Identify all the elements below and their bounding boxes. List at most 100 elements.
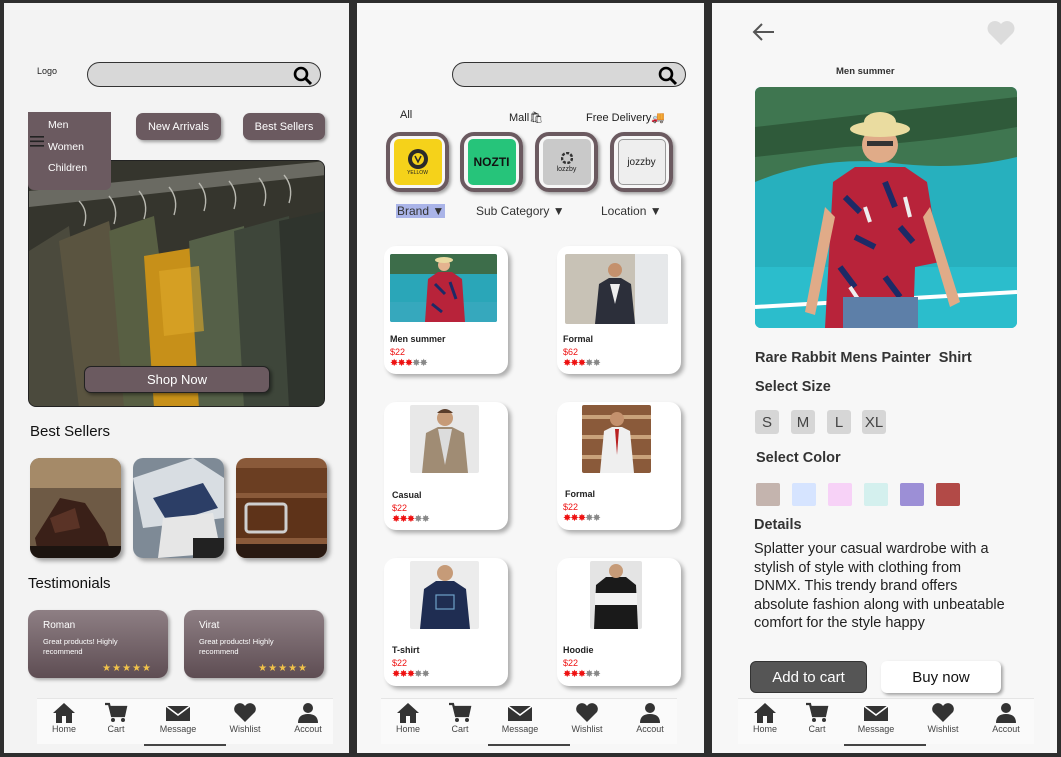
testimonial-name: Virat [199,620,220,631]
nav-account[interactable]: Accout [625,702,675,734]
color-swatch[interactable] [936,483,960,506]
shop-now-button[interactable]: Shop Now [84,366,270,393]
testimonial-stars: ★★★★★ [258,663,308,674]
nav-wishlist[interactable]: Wishlist [918,702,968,734]
color-swatch[interactable] [792,483,816,506]
product-rating: ✸✸✸✸✸ [392,514,430,525]
search-input[interactable] [452,62,686,87]
testimonial-card: Roman Great products! Highly recommend ★… [28,610,168,678]
heart-icon [932,703,954,722]
brand-yellow[interactable]: YELLOW [386,132,449,192]
product-name: Casual [392,490,422,500]
color-swatch[interactable] [864,483,888,506]
search-icon [293,66,313,86]
nav-message[interactable]: Message [851,702,901,734]
product-price: $62 [563,347,579,357]
testimonial-text: Great products! Highly recommend [199,637,274,656]
nav-active-indicator [844,744,926,746]
best-seller-shirts-image[interactable] [133,458,224,558]
best-sellers-button[interactable]: Best Sellers [243,113,325,140]
filter-sub-category[interactable]: Sub Category ▼ [476,204,565,218]
size-option-m[interactable]: M [791,410,815,434]
account-icon [298,703,318,723]
product-card[interactable]: Formal $62 ✸✸✸✸✸ [557,246,681,374]
cart-icon [449,702,472,722]
color-swatch[interactable] [900,483,924,506]
hamburger-menu-icon[interactable] [30,136,44,147]
filter-location[interactable]: Location ▼ [601,204,662,218]
bottom-nav: Home Cart Message Wishlist Accout [738,698,1034,746]
nav-wishlist[interactable]: Wishlist [220,702,270,734]
product-card[interactable]: Men summer $22 ✸✸✸✸✸ [384,246,508,374]
nav-message[interactable]: Message [153,702,203,734]
tab-all[interactable]: All [400,109,412,121]
message-icon [507,705,533,721]
product-name: Hoodie [563,645,594,655]
back-arrow-icon[interactable] [752,22,776,42]
product-hero-image [755,87,1017,328]
brand-nozti[interactable]: NOZTI [460,132,523,192]
product-name: Men summer [390,334,446,344]
nav-account[interactable]: Accout [981,702,1031,734]
size-option-s[interactable]: S [755,410,779,434]
menu-item-women[interactable]: Women [48,141,111,163]
menu-item-men[interactable]: Men [48,119,111,141]
nav-cart[interactable]: Cart [435,702,485,734]
product-card[interactable]: T-shirt $22 ✸✸✸✸✸ [384,558,508,686]
menu-item-children[interactable]: Children [48,162,111,184]
home-icon [397,703,419,723]
testimonial-stars: ★★★★★ [102,663,152,674]
heart-icon[interactable] [986,19,1016,47]
product-image [565,254,668,324]
color-swatch[interactable] [828,483,852,506]
tab-mall[interactable]: Mall🛍 [509,111,543,124]
filter-brand[interactable]: Brand ▼ [396,204,446,218]
product-price: $22 [563,658,579,668]
nav-cart[interactable]: Cart [792,702,842,734]
product-rating: ✸✸✸✸✸ [563,513,601,524]
nav-home[interactable]: Home [39,702,89,734]
cart-icon [105,702,128,722]
brand-jozzby[interactable]: jozzby [610,132,673,192]
product-card[interactable]: Hoodie $22 ✸✸✸✸✸ [557,558,681,686]
tab-free-delivery[interactable]: Free Delivery🚚 [586,111,665,124]
category-dropdown: Men Women Children [28,112,111,190]
add-to-cart-button[interactable]: Add to cart [750,661,867,693]
product-rating: ✸✸✸✸✸ [392,669,430,680]
product-price: $22 [392,658,408,668]
message-icon [863,705,889,721]
home-icon [754,703,776,723]
testimonial-card: Virat Great products! Highly recommend ★… [184,610,324,678]
nav-account[interactable]: Accout [283,702,333,734]
size-option-xl[interactable]: XL [862,410,886,434]
best-seller-belt-image[interactable] [236,458,327,558]
color-swatch[interactable] [756,483,780,506]
account-icon [640,703,660,723]
nav-home[interactable]: Home [383,702,433,734]
lion-logo-icon [407,149,428,169]
best-seller-shoes-image[interactable] [30,458,121,558]
select-color-label: Select Color [756,450,841,466]
product-image [410,561,479,629]
product-list-screen: All Mall🛍 Free Delivery🚚 YELLOW NOZTI lo… [357,3,704,753]
nav-cart[interactable]: Cart [91,702,141,734]
nav-home[interactable]: Home [740,702,790,734]
cart-icon [806,702,829,722]
product-card[interactable]: Casual $22 ✸✸✸✸✸ [384,402,508,530]
home-screen: Logo Men Women Children New Arrivals Bes… [4,3,349,753]
nav-message[interactable]: Message [495,702,545,734]
search-icon [658,66,678,86]
testimonial-text: Great products! Highly recommend [43,637,118,656]
bottom-nav: Home Cart Message Wishlist Accout [37,698,333,746]
product-card[interactable]: Formal $22 ✸✸✸✸✸ [557,402,681,530]
buy-now-button[interactable]: Buy now [881,661,1001,693]
details-title: Details [754,517,802,533]
product-image [590,561,642,629]
size-option-l[interactable]: L [827,410,851,434]
nav-wishlist[interactable]: Wishlist [562,702,612,734]
logo: Logo [37,66,58,76]
heart-icon [576,703,598,722]
new-arrivals-button[interactable]: New Arrivals [136,113,221,140]
brand-lozzby[interactable]: lozzby [535,132,598,192]
search-input[interactable] [87,62,321,87]
